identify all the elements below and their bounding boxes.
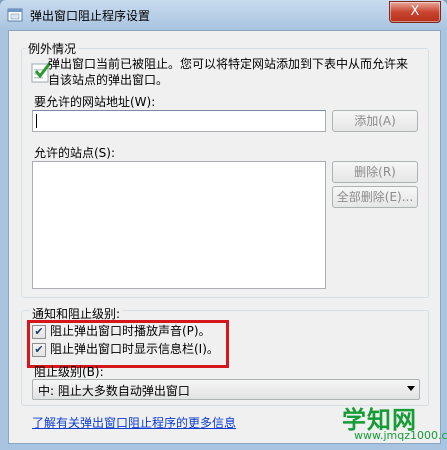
close-button[interactable]: X — [389, 1, 441, 23]
popup-blocker-settings-window: 弹出窗口阻止程序设置 X 例外情况 弹出窗口当前已被阻止。您可以将特定网站添加到… — [0, 0, 447, 450]
add-button[interactable]: 添加(A) — [332, 110, 418, 132]
app-icon — [7, 8, 23, 22]
website-address-input[interactable] — [32, 110, 326, 132]
remove-all-button[interactable]: 全部删除(E)... — [332, 186, 418, 208]
title-bar[interactable]: 弹出窗口阻止程序设置 X — [0, 0, 447, 30]
close-icon: X — [410, 4, 420, 19]
exceptions-group-label: 例外情况 — [26, 40, 79, 57]
window-title: 弹出窗口阻止程序设置 — [30, 9, 151, 23]
remove-button[interactable]: 删除(R) — [332, 161, 418, 183]
allowed-sites-list[interactable] — [32, 161, 326, 289]
blocking-level-value: 中: 阻止大多数自动弹出窗口 — [38, 384, 190, 398]
allowed-sites-label: 允许的站点(S): — [34, 146, 116, 160]
watermark-url: www.jmqz1000.com — [354, 429, 447, 442]
blocking-level-label: 阻止级别(B): — [34, 365, 104, 379]
learn-more-link[interactable]: 了解有关弹出窗口阻止程序的更多信息 — [32, 414, 236, 431]
text-caret — [36, 114, 37, 128]
highlight-annotation — [27, 320, 229, 368]
exceptions-description: 弹出窗口当前已被阻止。您可以将特定网站添加到下表中从而允许来自该站点的弹出窗口。 — [48, 57, 409, 87]
blocking-level-select[interactable]: 中: 阻止大多数自动弹出窗口 — [32, 379, 420, 400]
chevron-down-icon — [407, 386, 415, 391]
address-label: 要允许的网站地址(W): — [34, 95, 156, 109]
